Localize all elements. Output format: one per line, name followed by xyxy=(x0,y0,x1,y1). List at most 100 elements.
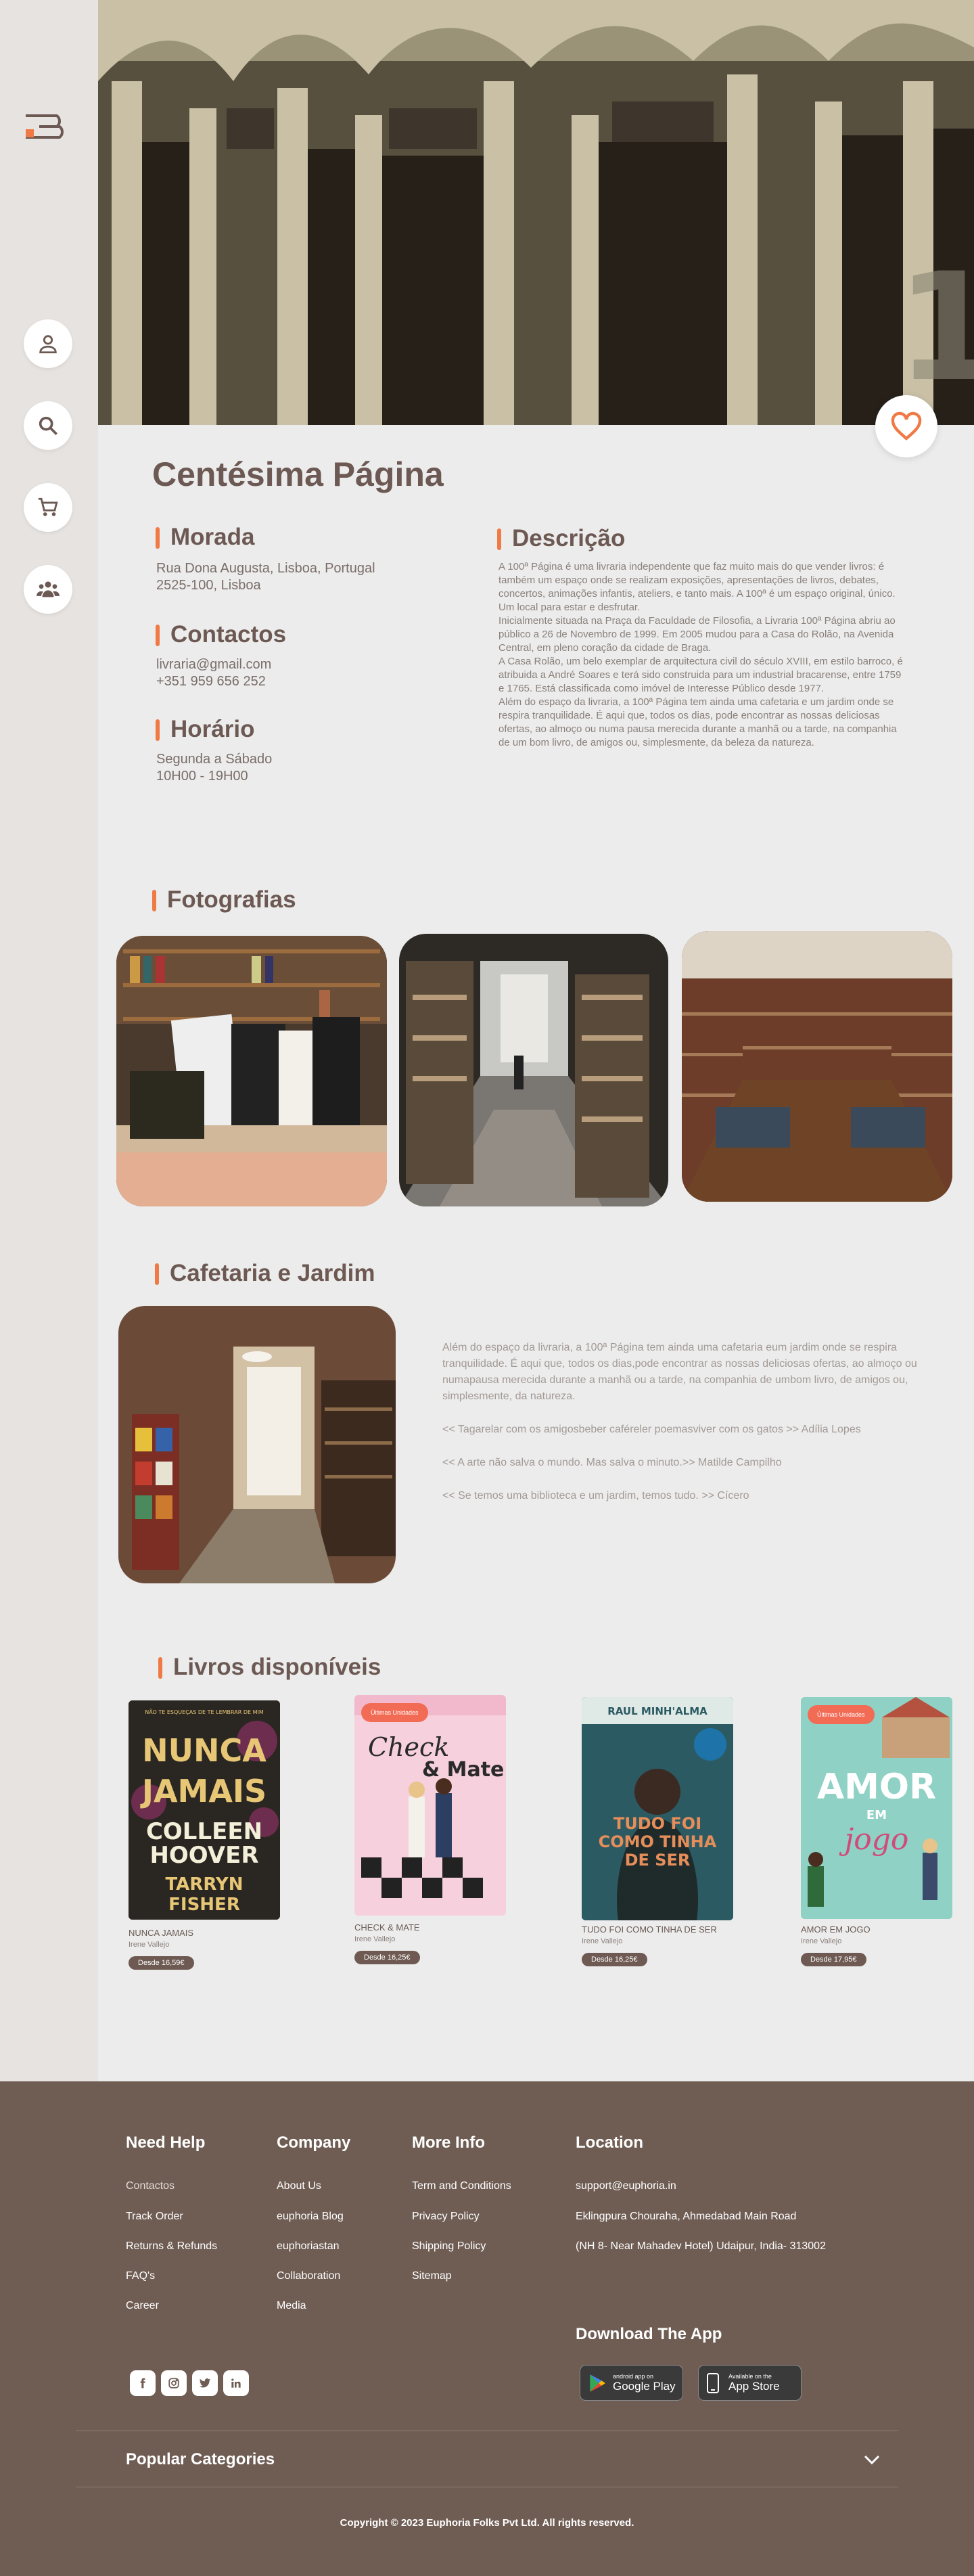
cart-button[interactable] xyxy=(24,483,72,532)
address-line: 2525-100, Lisboa xyxy=(156,578,261,593)
photo-bookstore-hall[interactable] xyxy=(682,931,952,1202)
book-cover[interactable]: AMOR EM jogo Últimas Unidades xyxy=(801,1697,952,1919)
cafe-text: Além do espaço da livraria, a 100ª Págin… xyxy=(442,1340,923,1521)
store-big-text: Google Play xyxy=(613,2379,676,2393)
contacts-heading: Contactos xyxy=(156,621,286,648)
footer-heading-location: Location xyxy=(576,2133,643,2152)
popular-categories-toggle[interactable]: Popular Categories xyxy=(126,2450,275,2469)
store-big-text: App Store xyxy=(728,2379,780,2393)
book-cover-text: NUNCA xyxy=(142,1732,266,1769)
footer-location-email[interactable]: support@euphoria.in xyxy=(576,2180,676,2192)
footer-link[interactable]: euphoriastan xyxy=(277,2240,340,2253)
footer-location-address: Eklingpura Chouraha, Ahmedabad Main Road xyxy=(576,2211,797,2222)
twitter-button[interactable] xyxy=(192,2370,218,2396)
profile-button[interactable] xyxy=(24,319,72,368)
twitter-icon xyxy=(199,2378,211,2388)
book-title[interactable]: AMOR EM JOGO xyxy=(801,1924,871,1935)
book-title[interactable]: NUNCA JAMAIS xyxy=(129,1928,193,1938)
book-cover-text: EM xyxy=(866,1808,887,1822)
book-price-button[interactable]: Desde 16,25€ xyxy=(582,1953,647,1966)
footer-heading-company: Company xyxy=(277,2133,351,2152)
chevron-down-icon[interactable] xyxy=(863,2454,881,2466)
footer-link[interactable]: Media xyxy=(277,2300,306,2312)
books-heading: Livros disponíveis xyxy=(158,1654,381,1681)
description-paragraph: Inicialmente situada na Praça da Faculda… xyxy=(498,615,896,654)
cafe-quote: << A arte não salva o mundo. Mas salva o… xyxy=(442,1457,782,1468)
photo-bookstore-shelf[interactable] xyxy=(116,936,387,1206)
photos-heading: Fotografias xyxy=(152,886,296,913)
cafe-quote: << Se temos uma biblioteca e um jardim, … xyxy=(442,1490,749,1501)
footer-link[interactable]: Shipping Policy xyxy=(412,2240,486,2253)
footer-link[interactable]: FAQ's xyxy=(126,2270,155,2282)
footer-link[interactable]: Sitemap xyxy=(412,2270,452,2282)
google-play-icon xyxy=(590,2374,605,2392)
phone-link[interactable]: +351 959 656 252 xyxy=(156,673,271,690)
facebook-icon xyxy=(140,2378,145,2389)
book-price-button[interactable]: Desde 16,25€ xyxy=(354,1951,420,1964)
heart-icon xyxy=(891,411,922,440)
footer-link[interactable]: Contactos xyxy=(126,2180,175,2192)
footer-link[interactable]: About Us xyxy=(277,2180,321,2192)
book-price-button[interactable]: Desde 17,95€ xyxy=(801,1953,866,1966)
book-title[interactable]: CHECK & MATE xyxy=(354,1922,420,1933)
page-title: Centésima Página xyxy=(152,455,444,493)
description-text: A 100ª Página é uma livraria independent… xyxy=(498,560,908,750)
hero-image: 10 xyxy=(98,0,974,425)
book-author: Irene Vallejo xyxy=(801,1937,842,1945)
footer xyxy=(0,2081,974,2576)
footer-heading-need-help: Need Help xyxy=(126,2133,206,2152)
book-cover-text: DE SER xyxy=(625,1851,691,1870)
book-price-button[interactable]: Desde 16,59€ xyxy=(129,1956,194,1970)
photo-cafe-interior[interactable] xyxy=(118,1306,396,1583)
book-cover-text: HOOVER xyxy=(149,1842,258,1869)
linkedin-button[interactable] xyxy=(223,2370,249,2396)
footer-link[interactable]: Career xyxy=(126,2300,159,2312)
footer-link[interactable]: euphoria Blog xyxy=(277,2211,344,2223)
hours-text: Segunda a Sábado 10H00 - 19H00 xyxy=(156,751,272,785)
footer-link[interactable]: Privacy Policy xyxy=(412,2211,480,2223)
cart-icon xyxy=(38,497,58,516)
book-cover-text: COMO TINHA xyxy=(599,1832,717,1851)
google-play-button[interactable]: android app on Google Play xyxy=(580,2365,683,2401)
search-icon xyxy=(39,416,58,436)
facebook-button[interactable] xyxy=(130,2370,156,2396)
instagram-button[interactable] xyxy=(161,2370,187,2396)
book-cover-text: TUDO FOI xyxy=(613,1814,701,1833)
book-cover-text: COLLEEN xyxy=(146,1818,262,1845)
download-app-heading: Download The App xyxy=(576,2325,722,2343)
book-cover-text: TARRYN xyxy=(165,1874,243,1895)
description-paragraph: A 100ª Página é uma livraria independent… xyxy=(498,561,896,613)
cafe-paragraph: Além do espaço da livraria, a 100ª Págin… xyxy=(442,1342,917,1402)
footer-link[interactable]: Track Order xyxy=(126,2211,183,2223)
community-button[interactable] xyxy=(24,565,72,614)
footer-link[interactable]: Collaboration xyxy=(277,2270,340,2282)
svg-text:10: 10 xyxy=(896,241,974,414)
book-author: Irene Vallejo xyxy=(129,1941,170,1949)
last-units-badge: Últimas Unidades xyxy=(361,1703,428,1722)
store-small-text: android app on xyxy=(613,2372,654,2380)
footer-link[interactable]: Term and Conditions xyxy=(412,2180,511,2192)
book-cover[interactable]: Check & Mate Últimas Unidades xyxy=(354,1695,506,1916)
book-cover[interactable]: NÃO TE ESQUEÇAS DE TE LEMBRAR DE MIM NUN… xyxy=(129,1700,280,1920)
description-paragraph: Além do espaço da livraria, a 100ª Págin… xyxy=(498,696,897,748)
search-button[interactable] xyxy=(24,401,72,450)
book-title[interactable]: TUDO FOI COMO TINHA DE SER xyxy=(582,1924,717,1935)
hours-line: 10H00 - 19H00 xyxy=(156,769,248,784)
cafe-quote: << Tagarelar com os amigosbeber caférele… xyxy=(442,1424,861,1435)
book-cover-text: AMOR xyxy=(817,1767,936,1807)
last-units-badge: Últimas Unidades xyxy=(808,1705,875,1724)
contacts-text: livraria@gmail.com +351 959 656 252 xyxy=(156,656,271,690)
bookstore-logo-icon[interactable] xyxy=(23,112,74,141)
email-link[interactable]: livraria@gmail.com xyxy=(156,656,271,673)
footer-link[interactable]: Returns & Refunds xyxy=(126,2240,217,2253)
phone-icon xyxy=(707,2372,719,2393)
favorite-button[interactable] xyxy=(875,395,937,457)
book-author: Irene Vallejo xyxy=(582,1937,623,1945)
hours-heading: Horário xyxy=(156,716,254,743)
photo-bookstore-corridor[interactable] xyxy=(399,934,668,1206)
book-cover-text: RAUL MINH'ALMA xyxy=(607,1705,708,1717)
footer-heading-more-info: More Info xyxy=(412,2133,485,2152)
app-store-button[interactable]: Available on the App Store xyxy=(698,2365,802,2401)
book-cover[interactable]: RAUL MINH'ALMA TUDO FOI COMO TINHA DE SE… xyxy=(582,1697,733,1920)
sidebar xyxy=(0,0,98,2081)
